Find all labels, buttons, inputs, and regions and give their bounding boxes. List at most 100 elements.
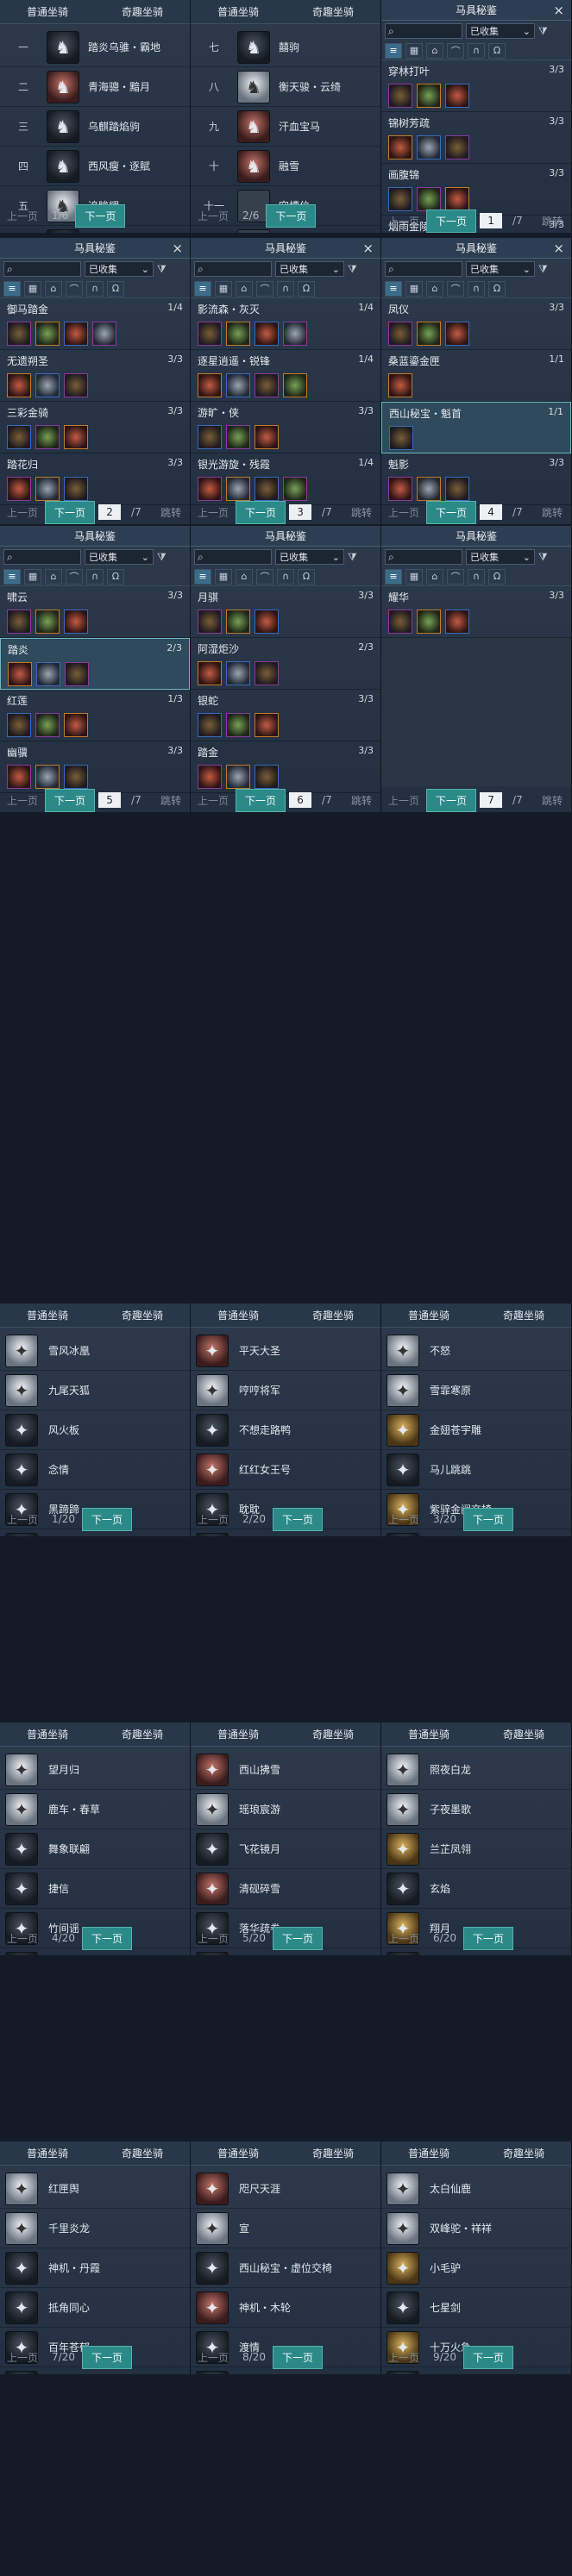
gear-item-icon[interactable] bbox=[445, 84, 469, 108]
collection-filter-dropdown[interactable]: 已收集 ⌄ bbox=[275, 261, 344, 277]
gear-item-icon[interactable] bbox=[445, 477, 469, 501]
gear-item-icon[interactable] bbox=[35, 425, 60, 449]
saddle-icon[interactable]: ⌂ bbox=[236, 568, 253, 585]
tab-normal-mounts[interactable]: 普通坐骑 bbox=[214, 4, 262, 19]
gear-item-icon[interactable] bbox=[445, 187, 469, 211]
gear-item-icon[interactable] bbox=[417, 477, 441, 501]
gear-set-card[interactable]: 耀华 3/3 bbox=[381, 586, 571, 638]
funnel-icon[interactable]: ⧩ bbox=[538, 551, 548, 564]
close-icon[interactable]: × bbox=[553, 238, 564, 259]
funnel-icon[interactable]: ⧩ bbox=[348, 263, 357, 276]
fun-mount-row[interactable]: ✦ 九尾天狐 bbox=[0, 1371, 190, 1410]
jump-button[interactable]: 跳转 bbox=[351, 793, 372, 808]
jump-button[interactable]: 跳转 bbox=[542, 214, 563, 228]
gear-item-icon[interactable] bbox=[226, 713, 250, 737]
gear-item-icon[interactable] bbox=[445, 322, 469, 346]
tab-fun-mounts[interactable]: 奇趣坐骑 bbox=[500, 1308, 548, 1322]
helmet-icon[interactable]: ⌒ bbox=[447, 280, 464, 297]
fun-mount-row[interactable]: ✦ 抵角同心 bbox=[0, 2288, 190, 2328]
fun-mount-row[interactable]: ✦ 神机・丹霞 bbox=[0, 2248, 190, 2288]
prev-page-button[interactable]: 上一页 bbox=[381, 503, 426, 522]
tab-fun-mounts[interactable]: 奇趣坐骑 bbox=[500, 2146, 548, 2160]
gear-item-icon[interactable] bbox=[7, 425, 31, 449]
gear-item-icon[interactable] bbox=[388, 373, 412, 397]
grid-icon[interactable]: ▦ bbox=[405, 568, 423, 585]
saddle-icon[interactable]: ⌂ bbox=[45, 568, 62, 585]
next-page-button[interactable]: 下一页 bbox=[426, 500, 477, 524]
next-page-button[interactable]: 下一页 bbox=[272, 2345, 323, 2369]
helmet-icon[interactable]: ⌒ bbox=[447, 568, 464, 585]
saddle-icon[interactable]: ⌂ bbox=[426, 280, 443, 297]
collection-filter-dropdown[interactable]: 已收集 ⌄ bbox=[466, 23, 535, 39]
gear-item-icon[interactable] bbox=[198, 661, 222, 685]
gear-item-icon[interactable] bbox=[35, 322, 60, 346]
gear-item-icon[interactable] bbox=[198, 477, 222, 501]
search-input[interactable]: ⌕ bbox=[3, 261, 81, 277]
gear-item-icon[interactable] bbox=[226, 765, 250, 789]
gear-item-icon[interactable] bbox=[417, 610, 441, 634]
next-page-button[interactable]: 下一页 bbox=[426, 788, 477, 812]
list-icon[interactable]: ≡ bbox=[3, 568, 21, 585]
gear-item-icon[interactable] bbox=[255, 373, 279, 397]
horseshoe-icon[interactable]: Ω bbox=[488, 568, 506, 585]
horseshoe-icon[interactable]: Ω bbox=[298, 280, 315, 297]
stirrup-icon[interactable]: ∩ bbox=[86, 568, 104, 585]
horseshoe-icon[interactable]: Ω bbox=[298, 568, 315, 585]
tab-normal-mounts[interactable]: 普通坐骑 bbox=[214, 1308, 262, 1322]
grid-icon[interactable]: ▦ bbox=[405, 280, 423, 297]
mount-slot-row[interactable]: 一 ♞ 踏炎乌骓・霸地 bbox=[0, 28, 190, 67]
fun-mount-row[interactable]: ✦ 不想走路鸭 bbox=[191, 1410, 380, 1450]
tab-fun-mounts[interactable]: 奇趣坐骑 bbox=[118, 4, 167, 19]
gear-item-icon[interactable] bbox=[64, 373, 88, 397]
list-icon[interactable]: ≡ bbox=[3, 280, 21, 297]
fun-mount-row[interactable]: ✦ 平天大圣 bbox=[191, 1331, 380, 1371]
prev-page-button[interactable]: 上一页 bbox=[191, 1929, 236, 1948]
horseshoe-icon[interactable]: Ω bbox=[488, 42, 506, 59]
gear-item-icon[interactable] bbox=[7, 373, 31, 397]
helmet-icon[interactable]: ⌒ bbox=[256, 568, 273, 585]
prev-page-button[interactable]: 上一页 bbox=[0, 207, 45, 225]
prev-page-button[interactable]: 上一页 bbox=[0, 791, 45, 810]
mount-slot-row[interactable]: 二 ♞ 青海骢・黯月 bbox=[0, 67, 190, 107]
mount-slot-row[interactable]: 三 ♞ 乌麒踏焰驹 bbox=[0, 107, 190, 147]
next-page-button[interactable]: 下一页 bbox=[236, 788, 286, 812]
gear-item-icon[interactable] bbox=[64, 610, 88, 634]
tab-normal-mounts[interactable]: 普通坐骑 bbox=[405, 1308, 453, 1322]
next-page-button[interactable]: 下一页 bbox=[272, 1507, 323, 1531]
gear-item-icon[interactable] bbox=[35, 477, 60, 501]
gear-item-icon[interactable] bbox=[255, 765, 279, 789]
gear-item-icon[interactable] bbox=[198, 713, 222, 737]
search-input[interactable]: ⌕ bbox=[385, 549, 462, 565]
gear-item-icon[interactable] bbox=[283, 322, 307, 346]
gear-set-card[interactable]: 阿湿炬沙 2/3 bbox=[191, 638, 380, 690]
gear-set-card[interactable]: 御马踏金 1/4 bbox=[0, 298, 190, 350]
fun-mount-row[interactable]: ✦ 捷信 bbox=[0, 1869, 190, 1909]
gear-set-card[interactable]: 月骐 3/3 bbox=[191, 586, 380, 638]
mount-slot-row[interactable]: 四 ♞ 西风瘦・逐賦 bbox=[0, 147, 190, 186]
next-page-button[interactable]: 下一页 bbox=[266, 203, 317, 228]
gear-set-card[interactable]: 穿林打叶 3/3 bbox=[381, 60, 571, 112]
fun-mount-row[interactable]: ✦ 红红女王号 bbox=[191, 1450, 380, 1490]
tab-normal-mounts[interactable]: 普通坐骑 bbox=[23, 4, 72, 19]
gear-set-card[interactable]: 银蛇 3/3 bbox=[191, 690, 380, 741]
tab-fun-mounts[interactable]: 奇趣坐骑 bbox=[500, 1727, 548, 1741]
fun-mount-row[interactable]: ✦ 七星剑 bbox=[381, 2288, 571, 2328]
next-page-button[interactable]: 下一页 bbox=[426, 209, 477, 233]
fun-mount-row[interactable]: ✦ 兰芷凤翎 bbox=[381, 1829, 571, 1869]
collection-filter-dropdown[interactable]: 已收集 ⌄ bbox=[275, 549, 344, 565]
tab-normal-mounts[interactable]: 普通坐骑 bbox=[23, 1727, 72, 1741]
prev-page-button[interactable]: 上一页 bbox=[191, 207, 236, 225]
gear-item-icon[interactable] bbox=[388, 135, 412, 159]
horseshoe-icon[interactable]: Ω bbox=[488, 280, 506, 297]
mount-slot-row[interactable]: 七 ♞ 囍驹 bbox=[191, 28, 380, 67]
gear-item-icon[interactable] bbox=[35, 713, 60, 737]
gear-set-card[interactable]: 幽骥 3/3 bbox=[0, 741, 190, 793]
search-input[interactable]: ⌕ bbox=[385, 23, 462, 39]
mount-slot-row[interactable]: 十 ♞ 融雪 bbox=[191, 147, 380, 186]
gear-set-card[interactable]: 三彩金骑 3/3 bbox=[0, 402, 190, 453]
prev-page-button[interactable]: 上一页 bbox=[381, 2348, 426, 2367]
prev-page-button[interactable]: 上一页 bbox=[191, 791, 236, 810]
gear-item-icon[interactable] bbox=[445, 135, 469, 159]
gear-item-icon[interactable] bbox=[7, 477, 31, 501]
gear-set-card[interactable]: 银光游旋・残霞 1/4 bbox=[191, 453, 380, 505]
